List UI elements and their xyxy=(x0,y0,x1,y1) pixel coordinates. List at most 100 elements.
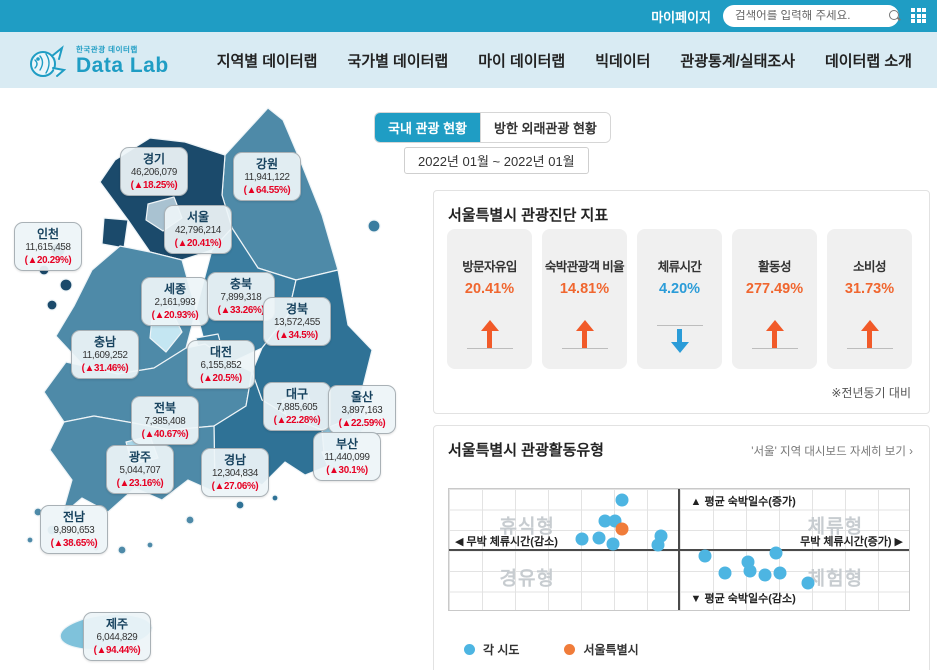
nav-item-0[interactable]: 지역별 데이터랩 xyxy=(217,50,318,71)
search-icon[interactable] xyxy=(889,10,902,23)
tab-domestic[interactable]: 국내 관광 현황 xyxy=(375,113,480,142)
map-island xyxy=(272,495,278,501)
region-value: 6,044,829 xyxy=(85,632,149,645)
scatter-point-sido[interactable] xyxy=(718,567,731,580)
metric-value: 20.41% xyxy=(447,281,532,297)
map-label-서울[interactable]: 서울42,796,214(▲20.41%) xyxy=(164,205,232,254)
map-label-전북[interactable]: 전북7,385,408(▲40.67%) xyxy=(131,396,199,445)
legend-item-1: 서울특별시 xyxy=(564,641,638,658)
map-island xyxy=(118,546,126,554)
scatter-point-sido[interactable] xyxy=(698,549,711,562)
map-label-경기[interactable]: 경기46,206,079(▲18.25%) xyxy=(120,147,188,196)
map-label-부산[interactable]: 부산11,440,099(▲30.1%) xyxy=(313,432,381,481)
diagnostics-panel: 서울특별시 관광진단 지표 방문자유입20.41%숙박관광객 비율14.81%체… xyxy=(433,190,930,414)
map-label-경남[interactable]: 경남12,304,834(▲27.06%) xyxy=(201,448,269,497)
korea-map: 경기46,206,079(▲18.25%) 강원11,941,122(▲64.55… xyxy=(0,100,432,670)
comparison-note: ※전년동기 대비 xyxy=(831,384,911,401)
activity-panel: 서울특별시 관광활동유형 '서울' 지역 대시보드 자세히 보기 › 휴식형 체… xyxy=(433,425,930,670)
scatter-point-sido[interactable] xyxy=(575,533,588,546)
region-change: (▲20.29%) xyxy=(16,255,80,268)
map-label-강원[interactable]: 강원11,941,122(▲64.55%) xyxy=(233,152,301,201)
map-label-대구[interactable]: 대구7,885,605(▲22.28%) xyxy=(263,382,331,431)
map-label-울산[interactable]: 울산3,897,163(▲22.59%) xyxy=(328,385,396,434)
legend-label: 각 시도 xyxy=(483,641,519,658)
scatter-point-sido[interactable] xyxy=(743,565,756,578)
map-label-충남[interactable]: 충남11,609,252(▲31.46%) xyxy=(71,330,139,379)
datalab-logo[interactable]: 한국관광 데이터랩 Data Lab xyxy=(26,40,169,80)
scatter-point-sido[interactable] xyxy=(615,494,628,507)
scatter-point-sido[interactable] xyxy=(773,567,786,580)
map-region-incheon[interactable] xyxy=(102,218,128,248)
region-value: 42,796,214 xyxy=(166,225,230,238)
map-label-인천[interactable]: 인천11,615,458(▲20.29%) xyxy=(14,222,82,271)
search-input[interactable] xyxy=(735,10,889,22)
region-change: (▲20.5%) xyxy=(189,373,253,386)
map-island-ulleungdo[interactable] xyxy=(368,220,380,232)
mypage-link[interactable]: 마이페이지 xyxy=(651,7,711,26)
metric-card-3: 활동성277.49% xyxy=(732,229,817,369)
up-arrow-icon xyxy=(575,320,595,348)
anno-avg-nights-up: ▲ 평균 숙박일수(증가) xyxy=(691,493,796,509)
metric-label: 방문자유입 xyxy=(447,256,532,275)
region-value: 11,941,122 xyxy=(235,172,299,185)
region-change: (▲38.65%) xyxy=(42,538,106,551)
region-change: (▲34.5%) xyxy=(265,330,329,343)
region-name: 충북 xyxy=(209,277,273,292)
map-label-대전[interactable]: 대전6,155,852(▲20.5%) xyxy=(187,340,255,389)
region-name: 제주 xyxy=(85,617,149,632)
metric-label: 체류시간 xyxy=(637,256,722,275)
nav-item-2[interactable]: 마이 데이터랩 xyxy=(478,50,565,71)
region-name: 광주 xyxy=(108,450,172,465)
region-name: 충남 xyxy=(73,335,137,350)
dashboard-detail-link[interactable]: '서울' 지역 대시보드 자세히 보기 › xyxy=(751,443,913,459)
scatter-point-sido[interactable] xyxy=(652,539,665,552)
region-name: 강원 xyxy=(235,157,299,172)
region-change: (▲22.28%) xyxy=(265,415,329,428)
nav-item-5[interactable]: 데이터랩 소개 xyxy=(825,50,912,71)
map-island xyxy=(27,537,33,543)
region-name: 경기 xyxy=(122,152,186,167)
scatter-point-sido[interactable] xyxy=(770,547,783,560)
map-region-incheon-island[interactable] xyxy=(60,279,72,291)
region-value: 7,385,408 xyxy=(133,416,197,429)
nav-item-4[interactable]: 관광통계/실태조사 xyxy=(680,50,795,71)
map-label-경북[interactable]: 경북13,572,455(▲34.5%) xyxy=(263,297,331,346)
scatter-point-sido[interactable] xyxy=(801,577,814,590)
map-label-제주[interactable]: 제주6,044,829(▲94.44%) xyxy=(83,612,151,661)
logo-title: Data Lab xyxy=(76,55,169,76)
search-box[interactable] xyxy=(723,5,899,27)
region-name: 대전 xyxy=(189,345,253,360)
region-name: 경북 xyxy=(265,302,329,317)
anno-stay-time-up: 무박 체류시간(증가) ▶ xyxy=(800,533,903,549)
nav-item-3[interactable]: 빅데이터 xyxy=(595,50,650,71)
map-label-전남[interactable]: 전남9,890,653(▲38.65%) xyxy=(40,505,108,554)
legend-swatch xyxy=(464,644,475,655)
fish-logo-icon xyxy=(26,40,68,80)
scatter-point-seoul[interactable] xyxy=(616,522,629,535)
region-name: 전남 xyxy=(42,510,106,525)
map-label-광주[interactable]: 광주5,044,707(▲23.16%) xyxy=(106,445,174,494)
scatter-point-sido[interactable] xyxy=(759,568,772,581)
region-value: 13,572,455 xyxy=(265,317,329,330)
nav-menu: 지역별 데이터랩 국가별 데이터랩 마이 데이터랩 빅데이터 관광통계/실태조사 데이터랩… xyxy=(217,50,912,71)
region-change: (▲40.67%) xyxy=(133,429,197,442)
activity-title: 서울특별시 관광활동유형 xyxy=(448,439,604,460)
region-name: 대구 xyxy=(265,387,329,402)
region-change: (▲30.1%) xyxy=(315,465,379,478)
scatter-point-sido[interactable] xyxy=(592,531,605,544)
date-range[interactable]: 2022년 01월 ~ 2022년 01월 xyxy=(404,147,589,174)
map-region-incheon-island[interactable] xyxy=(47,300,57,310)
region-change: (▲18.25%) xyxy=(122,180,186,193)
region-change: (▲20.93%) xyxy=(143,310,207,323)
activity-scatter-chart: 휴식형 체류형 경유형 체험형 ▲ 평균 숙박일수(증가) ▼ 평균 숙박일수(… xyxy=(448,488,910,611)
region-value: 7,885,605 xyxy=(265,402,329,415)
tab-inbound[interactable]: 방한 외래관광 현황 xyxy=(480,113,610,142)
up-arrow-icon xyxy=(860,320,880,348)
top-bar: 마이페이지 xyxy=(0,0,937,32)
app-grid-icon[interactable] xyxy=(911,8,927,24)
scatter-point-sido[interactable] xyxy=(607,537,620,550)
region-name: 울산 xyxy=(330,390,394,405)
legend-label: 서울특별시 xyxy=(583,641,638,658)
map-label-세종[interactable]: 세종2,161,993(▲20.93%) xyxy=(141,277,209,326)
nav-item-1[interactable]: 국가별 데이터랩 xyxy=(347,50,448,71)
